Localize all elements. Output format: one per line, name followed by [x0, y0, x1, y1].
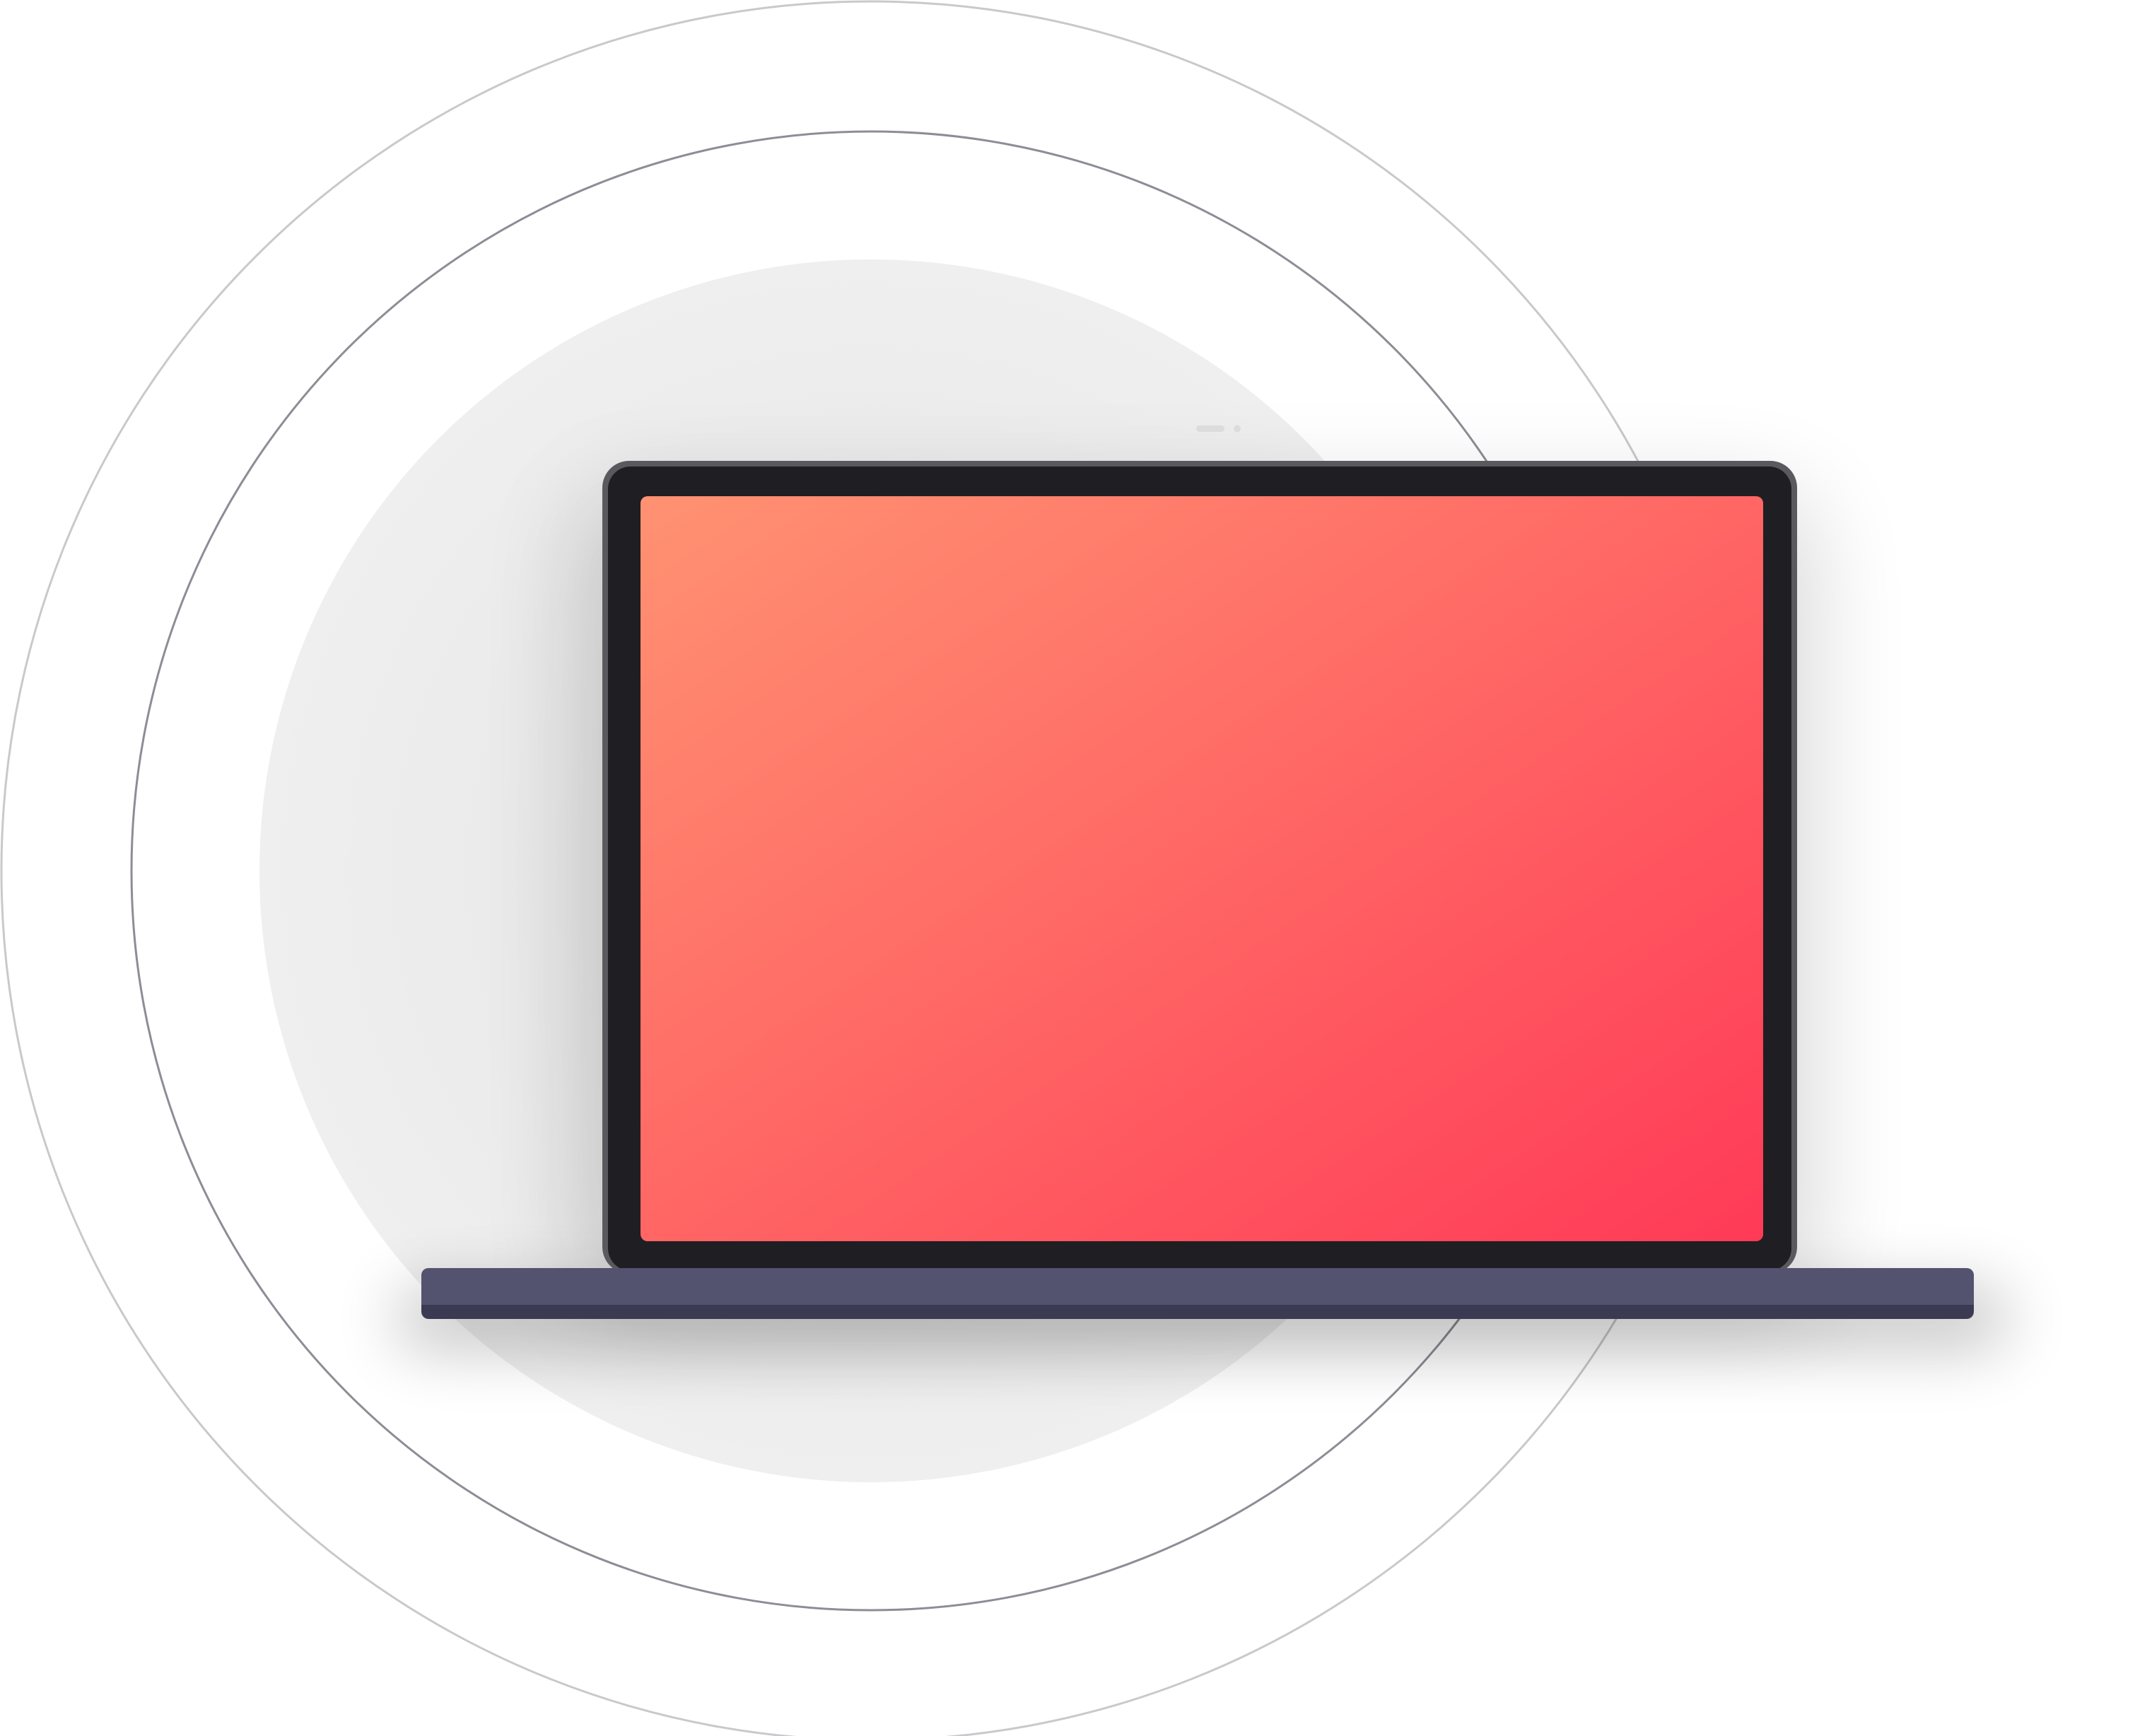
- laptop-screen: [641, 496, 1763, 1241]
- base-bottom: [421, 1305, 1974, 1319]
- laptop-icon: [421, 461, 1974, 1319]
- laptop-illustration: [0, 0, 2008, 1736]
- illustration-canvas: [0, 0, 2152, 1736]
